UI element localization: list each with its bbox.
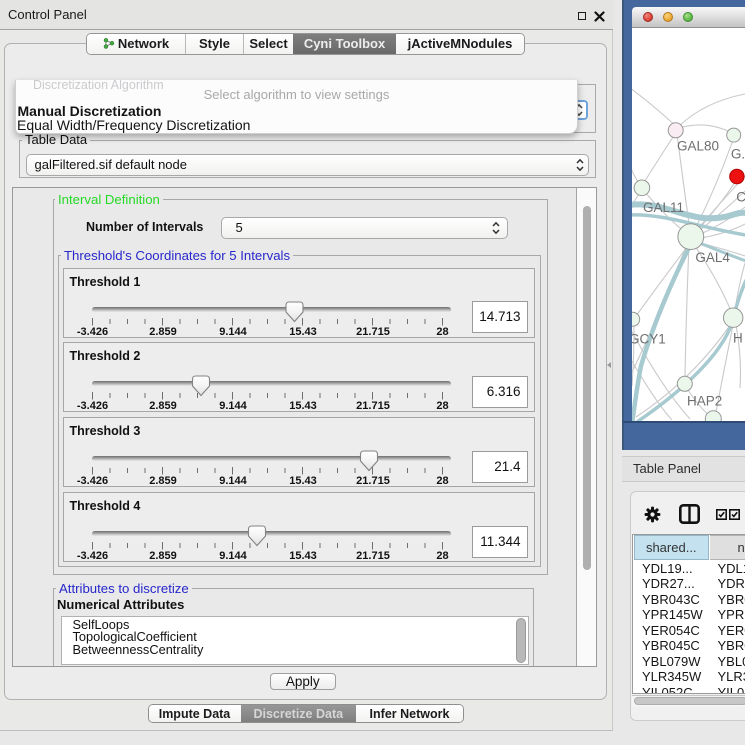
svg-text:-3.426: -3.426 bbox=[76, 326, 107, 338]
svg-text:15.43: 15.43 bbox=[289, 475, 317, 487]
svg-text:28: 28 bbox=[436, 550, 448, 562]
svg-text:GCY1: GCY1 bbox=[632, 332, 666, 347]
svg-text:2.859: 2.859 bbox=[149, 550, 177, 562]
svg-text:21.715: 21.715 bbox=[356, 326, 390, 338]
svg-text:-3.426: -3.426 bbox=[76, 475, 107, 487]
svg-text:GAL80: GAL80 bbox=[677, 138, 719, 153]
svg-text:9.144: 9.144 bbox=[219, 326, 247, 338]
svg-text:HAP2: HAP2 bbox=[687, 394, 722, 409]
svg-text:15.43: 15.43 bbox=[289, 400, 317, 412]
svg-text:H: H bbox=[733, 331, 743, 346]
svg-text:GAL11: GAL11 bbox=[643, 200, 684, 215]
svg-text:21.715: 21.715 bbox=[356, 550, 390, 562]
svg-text:G.: G. bbox=[731, 146, 745, 161]
svg-text:2.859: 2.859 bbox=[149, 326, 177, 338]
svg-text:GAL4: GAL4 bbox=[695, 250, 730, 265]
svg-text:15.43: 15.43 bbox=[289, 326, 317, 338]
svg-text:2.859: 2.859 bbox=[149, 400, 177, 412]
svg-text:21.715: 21.715 bbox=[356, 475, 390, 487]
svg-text:2.859: 2.859 bbox=[149, 475, 177, 487]
svg-text:C: C bbox=[736, 189, 745, 204]
svg-text:9.144: 9.144 bbox=[219, 550, 247, 562]
svg-text:-3.426: -3.426 bbox=[76, 400, 107, 412]
svg-text:28: 28 bbox=[436, 326, 448, 338]
svg-text:21.715: 21.715 bbox=[356, 400, 390, 412]
svg-text:28: 28 bbox=[436, 400, 448, 412]
svg-text:15.43: 15.43 bbox=[289, 550, 317, 562]
svg-text:9.144: 9.144 bbox=[219, 400, 247, 412]
svg-text:9.144: 9.144 bbox=[219, 475, 247, 487]
svg-text:28: 28 bbox=[436, 475, 448, 487]
svg-text:-3.426: -3.426 bbox=[76, 550, 107, 562]
